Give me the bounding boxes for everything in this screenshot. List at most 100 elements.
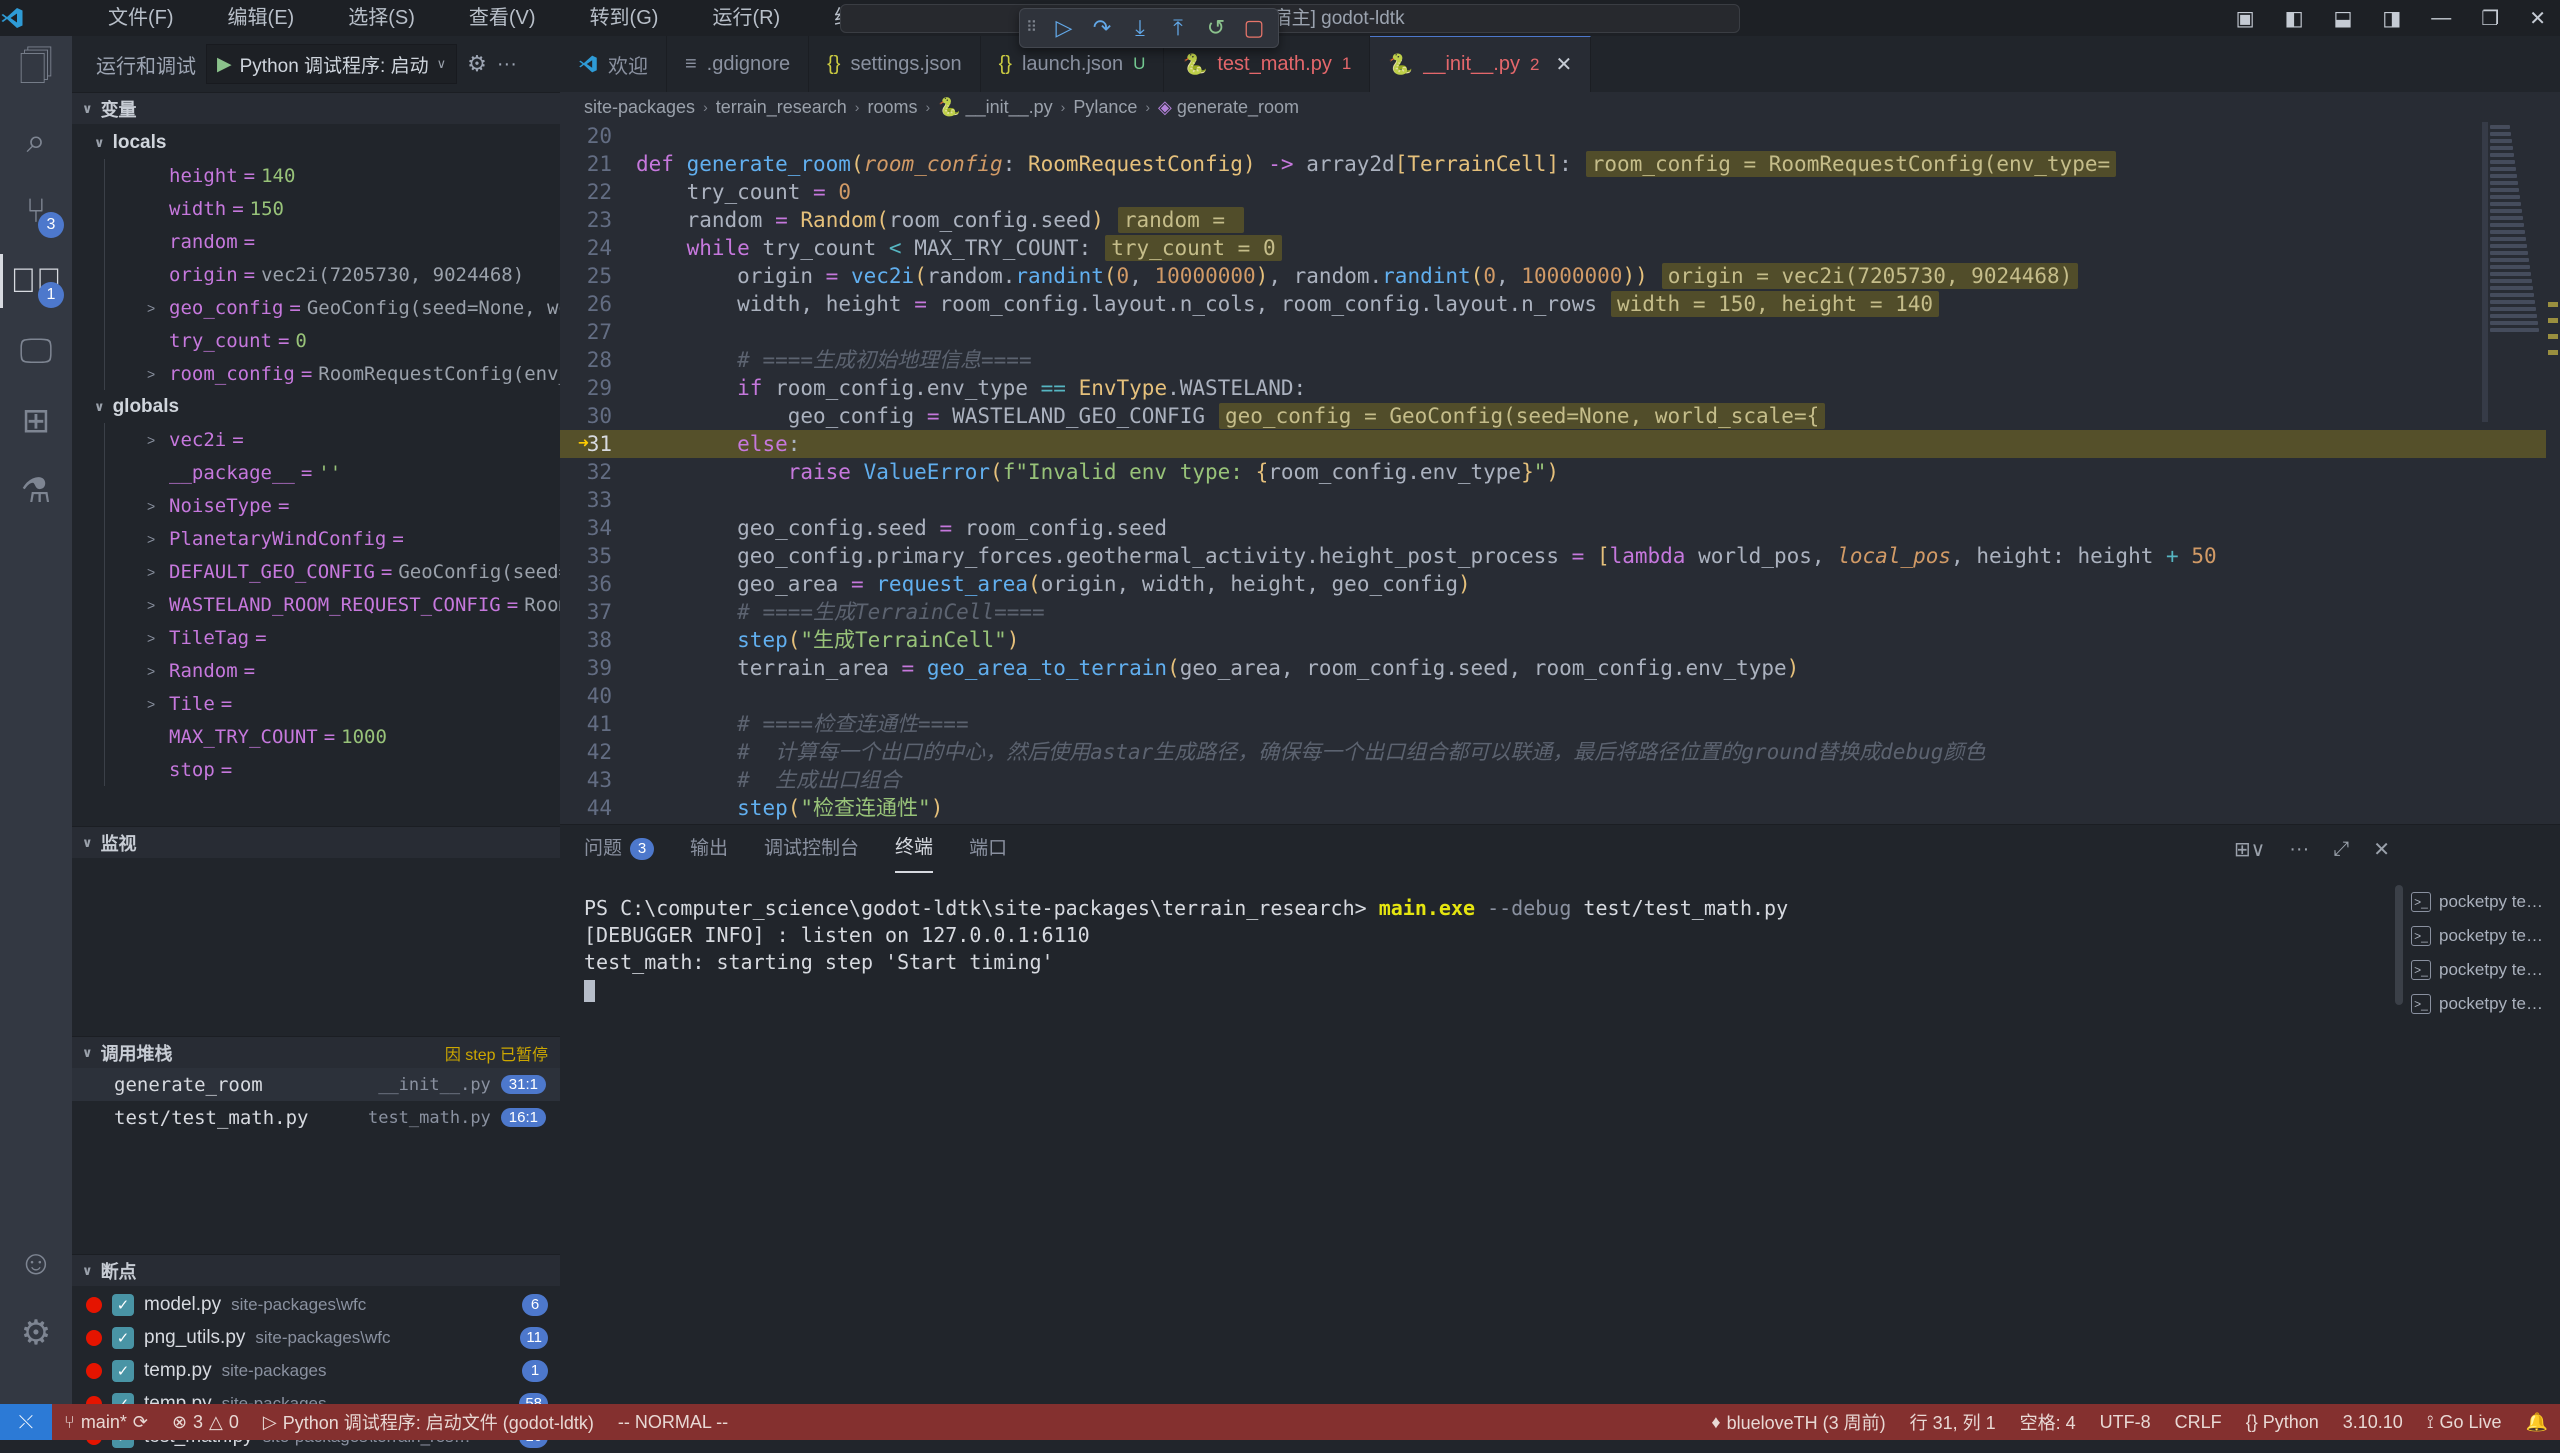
variable-scope[interactable]: ∨locals bbox=[72, 126, 560, 159]
line-number[interactable]: 21 bbox=[560, 150, 636, 178]
eol-setting[interactable]: CRLF bbox=[2163, 1412, 2234, 1433]
menu-file[interactable]: 文件(F) bbox=[94, 0, 188, 36]
terminal-list-scrollbar[interactable] bbox=[2395, 885, 2403, 1005]
window-restore-icon[interactable]: ❐ bbox=[2481, 6, 2499, 31]
line-number[interactable]: 43 bbox=[560, 766, 636, 794]
line-number[interactable]: 27 bbox=[560, 318, 636, 346]
variable-row[interactable]: >Random= bbox=[104, 654, 560, 687]
terminal-instance[interactable]: >_pocketpy te… bbox=[2405, 953, 2560, 987]
debug-toolbar-grip[interactable]: ⠿ bbox=[1026, 23, 1044, 33]
panel-tab-端口[interactable]: 端口 bbox=[969, 825, 1007, 873]
line-number[interactable]: 37 bbox=[560, 598, 636, 626]
breadcrumb-item[interactable]: site-packages bbox=[584, 97, 695, 118]
debug-stop-button[interactable]: ▢ bbox=[1236, 12, 1272, 44]
settings-gear-icon[interactable]: ⚙ bbox=[0, 1298, 72, 1368]
window-minimize-icon[interactable]: — bbox=[2431, 7, 2451, 30]
code-line[interactable]: 43 # 生成出口组合 bbox=[560, 766, 2560, 794]
panel-tab-终端[interactable]: 终端 bbox=[895, 825, 933, 873]
line-number[interactable]: 33 bbox=[560, 486, 636, 514]
explorer-icon[interactable]: 🗍 bbox=[0, 36, 72, 106]
code-line[interactable]: 25 origin = vec2i(random.randint(0, 1000… bbox=[560, 262, 2560, 290]
panel-more-icon[interactable]: ··· bbox=[2289, 838, 2309, 861]
variable-row[interactable]: random= bbox=[104, 225, 560, 258]
variable-row[interactable]: height=140 bbox=[104, 159, 560, 192]
testing-icon[interactable]: ⚗ bbox=[0, 456, 72, 526]
go-live-button[interactable]: ⟟ Go Live bbox=[2415, 1412, 2514, 1433]
code-line[interactable]: 39 terrain_area = geo_area_to_terrain(ge… bbox=[560, 654, 2560, 682]
panel-close-icon[interactable]: ✕ bbox=[2373, 837, 2390, 862]
code-line[interactable]: 42 # 计算每一个出口的中心，然后使用astar生成路径，确保每一个出口组合都… bbox=[560, 738, 2560, 766]
breakpoint-row[interactable]: ✓ model.pysite-packages\wfc 6 bbox=[72, 1288, 560, 1321]
code-line[interactable]: 22 try_count = 0 bbox=[560, 178, 2560, 206]
tab-close-icon[interactable]: ✕ bbox=[1555, 52, 1572, 77]
window-close-icon[interactable]: ✕ bbox=[2529, 6, 2546, 31]
current-debug-line[interactable]: ➜31 else: bbox=[560, 430, 2560, 458]
callstack-section-header[interactable]: ∨调用堆栈 因 step 已暂停 bbox=[72, 1036, 560, 1068]
line-number[interactable]: 24 bbox=[560, 234, 636, 262]
line-number[interactable]: 41 bbox=[560, 710, 636, 738]
line-number[interactable]: 35 bbox=[560, 542, 636, 570]
terminal-instance[interactable]: >_pocketpy te… bbox=[2405, 919, 2560, 953]
menu-edit[interactable]: 编辑(E) bbox=[214, 0, 309, 36]
variable-row[interactable]: __package__='' bbox=[104, 456, 560, 489]
variable-row[interactable]: width=150 bbox=[104, 192, 560, 225]
toggle-secondary-sidebar-icon[interactable]: ◨ bbox=[2382, 6, 2401, 31]
editor-scrollbar[interactable] bbox=[2482, 122, 2488, 422]
breakpoint-checkbox[interactable]: ✓ bbox=[112, 1327, 134, 1349]
language-mode[interactable]: {} Python bbox=[2234, 1412, 2331, 1433]
variable-row[interactable]: origin=vec2i(7205730, 9024468) bbox=[104, 258, 560, 291]
panel-tab-问题[interactable]: 问题3 bbox=[584, 825, 654, 873]
debug-views-more-icon[interactable]: ··· bbox=[497, 53, 517, 76]
breadcrumb-item[interactable]: terrain_research bbox=[716, 97, 847, 118]
line-number[interactable]: 32 bbox=[560, 458, 636, 486]
line-number[interactable]: 40 bbox=[560, 682, 636, 710]
panel-tab-输出[interactable]: 输出 bbox=[690, 825, 728, 873]
variable-row[interactable]: >NoiseType= bbox=[104, 489, 560, 522]
code-line[interactable]: 36 geo_area = request_area(origin, width… bbox=[560, 570, 2560, 598]
panel-maximize-icon[interactable]: ⤢ bbox=[2333, 838, 2349, 861]
line-number[interactable]: 29 bbox=[560, 374, 636, 402]
menu-view[interactable]: 查看(V) bbox=[455, 0, 550, 36]
debug-restart-button[interactable]: ↺ bbox=[1198, 12, 1234, 44]
tab--[interactable]: 欢迎 bbox=[560, 36, 667, 92]
toggle-panel-icon[interactable]: ⬓ bbox=[2333, 6, 2352, 31]
problems-status[interactable]: ⊗3 △0 bbox=[160, 1412, 251, 1433]
code-line[interactable]: 35 geo_config.primary_forces.geothermal_… bbox=[560, 542, 2560, 570]
breadcrumb[interactable]: site-packages›terrain_research›rooms›🐍 _… bbox=[560, 92, 2560, 122]
breadcrumb-item[interactable]: rooms bbox=[867, 97, 917, 118]
variable-row[interactable]: >vec2i= bbox=[104, 423, 560, 456]
cursor-position[interactable]: 行 31, 列 1 bbox=[1898, 1409, 2008, 1435]
terminal-output[interactable]: PS C:\computer_science\godot-ldtk\site-p… bbox=[584, 895, 2464, 1003]
variable-row[interactable]: MAX_TRY_COUNT=1000 bbox=[104, 720, 560, 753]
code-line[interactable]: 30 geo_config = WASTELAND_GEO_CONFIGgeo_… bbox=[560, 402, 2560, 430]
variable-row[interactable]: >PlanetaryWindConfig= bbox=[104, 522, 560, 555]
code-line[interactable]: 24 while try_count < MAX_TRY_COUNT:try_c… bbox=[560, 234, 2560, 262]
command-center-search[interactable]: ⌕ [扩展开发宿主] godot-ldtk bbox=[840, 4, 1740, 33]
notifications-bell-icon[interactable]: 🔔 bbox=[2514, 1412, 2560, 1433]
line-number[interactable]: 23 bbox=[560, 206, 636, 234]
variable-row[interactable]: stop= bbox=[104, 753, 560, 786]
code-line[interactable]: 20 bbox=[560, 122, 2560, 150]
start-debug-icon[interactable]: ▶ bbox=[217, 53, 232, 76]
debug-continue-button[interactable]: ▷ bbox=[1046, 12, 1082, 44]
breakpoint-checkbox[interactable]: ✓ bbox=[112, 1294, 134, 1316]
code-line[interactable]: 27 bbox=[560, 318, 2560, 346]
branch-status[interactable]: ⑂ main* ⟳ bbox=[52, 1412, 160, 1433]
breakpoint-row[interactable]: ✓ png_utils.pysite-packages\wfc 11 bbox=[72, 1321, 560, 1354]
code-line[interactable]: 38 step("生成TerrainCell") bbox=[560, 626, 2560, 654]
encoding-setting[interactable]: UTF-8 bbox=[2088, 1412, 2163, 1433]
search-icon[interactable]: ⌕ bbox=[0, 106, 72, 176]
callstack-frame[interactable]: test/test_math.pytest_math.py16:1 bbox=[72, 1101, 560, 1134]
toggle-sidebar-icon[interactable]: ◧ bbox=[2285, 6, 2304, 31]
line-number[interactable]: 38 bbox=[560, 626, 636, 654]
variable-row[interactable]: >DEFAULT_GEO_CONFIG=GeoConfig(seed=1… bbox=[104, 555, 560, 588]
callstack-frame[interactable]: generate_room__init__.py31:1 bbox=[72, 1068, 560, 1101]
python-version[interactable]: 3.10.10 bbox=[2331, 1412, 2415, 1433]
breadcrumb-item[interactable]: ◈ generate_room bbox=[1158, 97, 1299, 118]
vim-mode-status[interactable]: -- NORMAL -- bbox=[606, 1412, 740, 1433]
debug-step-out-button[interactable]: ⤒ bbox=[1160, 12, 1196, 44]
code-line[interactable]: 21def generate_room(room_config: RoomReq… bbox=[560, 150, 2560, 178]
line-number[interactable]: 25 bbox=[560, 262, 636, 290]
line-number[interactable]: 34 bbox=[560, 514, 636, 542]
menu-selection[interactable]: 选择(S) bbox=[334, 0, 429, 36]
